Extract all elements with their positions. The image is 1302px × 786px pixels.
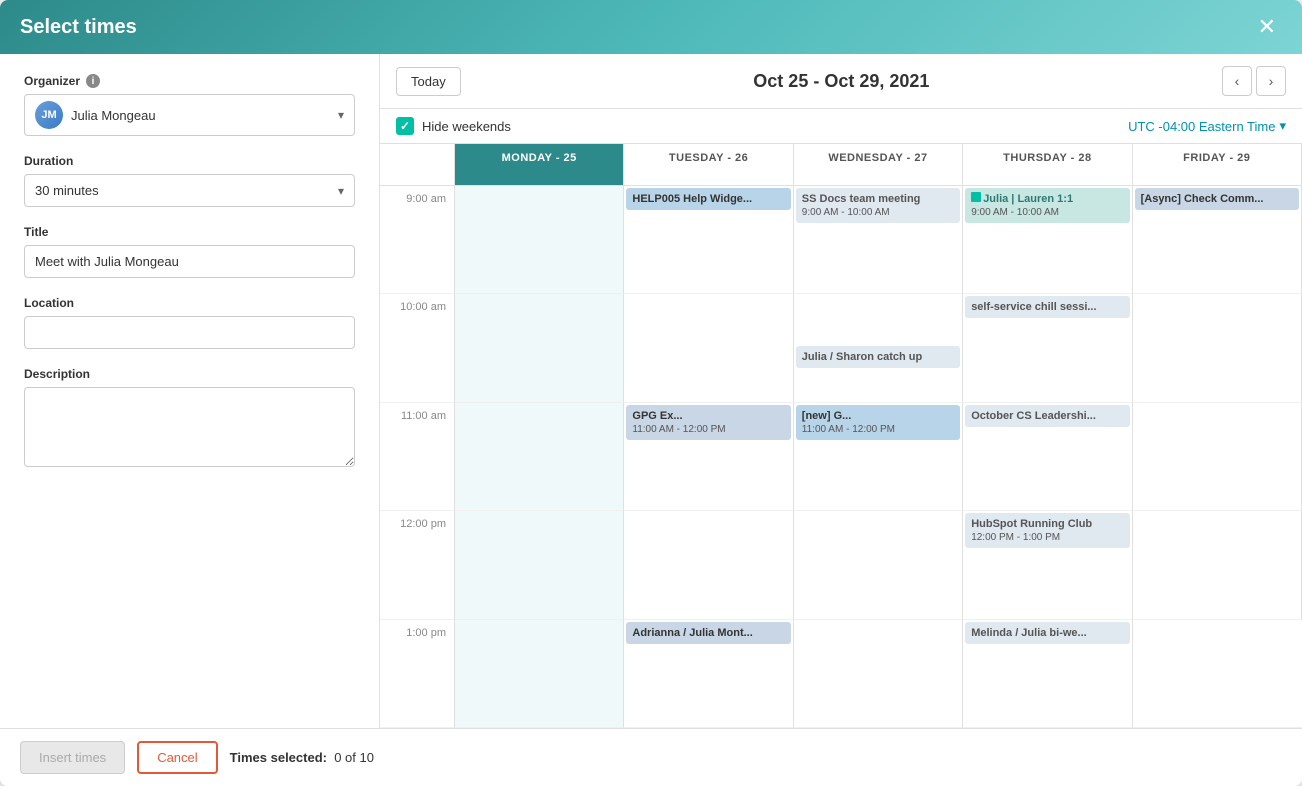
time-label-1pm: 1:00 pm: [380, 620, 455, 729]
cell-monday-10am[interactable]: [455, 294, 624, 403]
timezone-chevron-icon: ▾: [1279, 118, 1286, 134]
cell-thursday-12pm[interactable]: HubSpot Running Club 12:00 PM - 1:00 PM: [963, 511, 1132, 620]
calendar-grid: MONDAY - 25 TUESDAY - 26 WEDNESDAY - 27 …: [380, 144, 1302, 728]
duration-label: Duration: [24, 154, 355, 168]
col-header-friday: FRIDAY - 29: [1133, 144, 1302, 186]
organizer-name: Julia Mongeau: [71, 108, 156, 123]
col-header-tuesday: TUESDAY - 26: [624, 144, 793, 186]
left-panel: Organizer i JM Julia Mongeau ▾ Duration …: [0, 54, 380, 728]
description-label: Description: [24, 367, 355, 381]
cell-tuesday-10am[interactable]: [624, 294, 793, 403]
cell-wednesday-12pm[interactable]: [794, 511, 963, 620]
location-field: Location: [24, 296, 355, 349]
prev-week-button[interactable]: ‹: [1222, 66, 1252, 96]
cell-thursday-11am[interactable]: October CS Leadershi...: [963, 403, 1132, 512]
cell-wednesday-9am[interactable]: SS Docs team meeting 9:00 AM - 10:00 AM: [794, 186, 963, 295]
cell-tuesday-9am[interactable]: HELP005 Help Widge...: [624, 186, 793, 295]
timezone-selector[interactable]: UTC -04:00 Eastern Time ▾: [1128, 118, 1286, 134]
cell-friday-9am[interactable]: [Async] Check Comm...: [1133, 186, 1302, 295]
times-selected-prefix: Times selected:: [230, 750, 327, 765]
cell-friday-10am[interactable]: [1133, 294, 1302, 403]
week-title: Oct 25 - Oct 29, 2021: [473, 71, 1210, 92]
event-self-service: self-service chill sessi...: [965, 296, 1129, 318]
next-week-button[interactable]: ›: [1256, 66, 1286, 96]
event-ss-docs: SS Docs team meeting 9:00 AM - 10:00 AM: [796, 188, 960, 223]
right-panel: Today Oct 25 - Oct 29, 2021 ‹ › ✓ Hide w…: [380, 54, 1302, 728]
cell-friday-11am[interactable]: [1133, 403, 1302, 512]
event-adrianna: Adrianna / Julia Mont...: [626, 622, 790, 644]
cell-thursday-10am[interactable]: self-service chill sessi...: [963, 294, 1132, 403]
event-julia-lauren: Julia | Lauren 1:1 9:00 AM - 10:00 AM: [965, 188, 1129, 223]
time-label-11am: 11:00 am: [380, 403, 455, 512]
chevron-down-icon: ▾: [338, 108, 344, 122]
description-input[interactable]: [24, 387, 355, 467]
calendar-options: ✓ Hide weekends UTC -04:00 Eastern Time …: [380, 109, 1302, 144]
event-async-check: [Async] Check Comm...: [1135, 188, 1299, 210]
cancel-button[interactable]: Cancel: [137, 741, 217, 774]
hide-weekends-label: Hide weekends: [422, 119, 511, 134]
location-input[interactable]: [24, 316, 355, 349]
duration-chevron-icon: ▾: [338, 184, 344, 198]
info-icon: i: [86, 74, 100, 88]
event-julia-sharon: Julia / Sharon catch up: [796, 346, 960, 368]
green-dot-icon: [971, 192, 981, 202]
cell-friday-12pm[interactable]: [1133, 511, 1302, 620]
time-label-9am: 9:00 am: [380, 186, 455, 295]
timezone-label: UTC -04:00 Eastern Time: [1128, 119, 1275, 134]
cell-tuesday-12pm[interactable]: [624, 511, 793, 620]
cell-thursday-9am[interactable]: Julia | Lauren 1:1 9:00 AM - 10:00 AM: [963, 186, 1132, 295]
event-hubspot-running: HubSpot Running Club 12:00 PM - 1:00 PM: [965, 513, 1129, 548]
cell-friday-1pm[interactable]: [1133, 620, 1302, 729]
close-button[interactable]: ✕: [1252, 14, 1282, 40]
cell-wednesday-11am[interactable]: [new] G... 11:00 AM - 12:00 PM: [794, 403, 963, 512]
duration-field: Duration 30 minutes ▾: [24, 154, 355, 207]
cell-monday-9am[interactable]: [455, 186, 624, 295]
col-header-monday: MONDAY - 25: [455, 144, 624, 186]
cell-tuesday-1pm[interactable]: Adrianna / Julia Mont...: [624, 620, 793, 729]
cell-wednesday-1pm[interactable]: [794, 620, 963, 729]
time-column-header: [380, 144, 455, 186]
event-october-cs: October CS Leadershi...: [965, 405, 1129, 427]
times-selected-value: 0 of 10: [334, 750, 374, 765]
title-label: Title: [24, 225, 355, 239]
today-button[interactable]: Today: [396, 67, 461, 96]
organizer-select-left: JM Julia Mongeau: [35, 101, 156, 129]
cell-tuesday-11am[interactable]: GPG Ex... 11:00 AM - 12:00 PM: [624, 403, 793, 512]
time-label-10am: 10:00 am: [380, 294, 455, 403]
title-field: Title: [24, 225, 355, 278]
modal-header: Select times ✕: [0, 0, 1302, 54]
modal-footer: Insert times Cancel Times selected: 0 of…: [0, 728, 1302, 786]
cell-monday-12pm[interactable]: [455, 511, 624, 620]
title-input[interactable]: [24, 245, 355, 278]
event-gpg: GPG Ex... 11:00 AM - 12:00 PM: [626, 405, 790, 440]
cell-thursday-1pm[interactable]: Melinda / Julia bi-we...: [963, 620, 1132, 729]
calendar-toolbar: Today Oct 25 - Oct 29, 2021 ‹ ›: [380, 54, 1302, 109]
description-field: Description: [24, 367, 355, 470]
duration-select[interactable]: 30 minutes ▾: [24, 174, 355, 207]
avatar: JM: [35, 101, 63, 129]
checkbox-icon: ✓: [396, 117, 414, 135]
event-melinda: Melinda / Julia bi-we...: [965, 622, 1129, 644]
insert-times-button[interactable]: Insert times: [20, 741, 125, 774]
calendar-grid-wrapper: MONDAY - 25 TUESDAY - 26 WEDNESDAY - 27 …: [380, 144, 1302, 728]
modal-title: Select times: [20, 16, 137, 39]
nav-buttons: ‹ ›: [1222, 66, 1286, 96]
time-label-12pm: 12:00 pm: [380, 511, 455, 620]
cell-wednesday-10am[interactable]: Julia / Sharon catch up: [794, 294, 963, 403]
col-header-thursday: THURSDAY - 28: [963, 144, 1132, 186]
organizer-select[interactable]: JM Julia Mongeau ▾: [24, 94, 355, 136]
event-new-g: [new] G... 11:00 AM - 12:00 PM: [796, 405, 960, 440]
col-header-wednesday: WEDNESDAY - 27: [794, 144, 963, 186]
organizer-field: Organizer i JM Julia Mongeau ▾: [24, 74, 355, 136]
times-selected: Times selected: 0 of 10: [230, 750, 374, 765]
cell-monday-1pm[interactable]: [455, 620, 624, 729]
location-label: Location: [24, 296, 355, 310]
hide-weekends-toggle[interactable]: ✓ Hide weekends: [396, 117, 511, 135]
cell-monday-11am[interactable]: [455, 403, 624, 512]
event-help005: HELP005 Help Widge...: [626, 188, 790, 210]
duration-value: 30 minutes: [35, 183, 99, 198]
organizer-label: Organizer i: [24, 74, 355, 88]
